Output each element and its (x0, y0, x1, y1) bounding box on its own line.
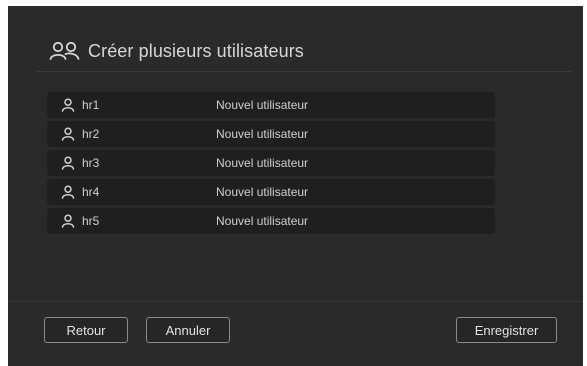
user-status: Nouvel utilisateur (216, 156, 309, 170)
user-row-hr4[interactable]: hr4 Nouvel utilisateur (47, 179, 495, 205)
save-button[interactable]: Enregistrer (456, 317, 557, 343)
user-list: hr1 Nouvel utilisateur hr2 Nouvel utilis… (47, 92, 495, 237)
title-divider (36, 71, 572, 72)
user-status: Nouvel utilisateur (216, 98, 309, 112)
user-name: hr4 (82, 185, 100, 199)
user-icon (61, 156, 75, 170)
user-name: hr3 (82, 156, 100, 170)
footer-divider (8, 301, 583, 302)
user-status: Nouvel utilisateur (216, 214, 309, 228)
back-button[interactable]: Retour (44, 317, 128, 343)
user-icon (61, 214, 75, 228)
user-row-hr3[interactable]: hr3 Nouvel utilisateur (47, 150, 495, 176)
user-row-hr1[interactable]: hr1 Nouvel utilisateur (47, 92, 495, 118)
users-icon (49, 41, 80, 60)
dialog-title: Créer plusieurs utilisateurs (88, 40, 304, 61)
user-icon (61, 98, 75, 112)
user-name: hr2 (82, 127, 100, 141)
cancel-button[interactable]: Annuler (146, 317, 230, 343)
user-name: hr1 (82, 98, 100, 112)
user-row-hr2[interactable]: hr2 Nouvel utilisateur (47, 121, 495, 147)
user-name: hr5 (82, 214, 100, 228)
user-icon (61, 185, 75, 199)
dialog-header: Créer plusieurs utilisateurs (48, 40, 304, 62)
user-status: Nouvel utilisateur (216, 127, 309, 141)
dialog-panel: Créer plusieurs utilisateurs hr1 Nouvel … (8, 6, 583, 366)
user-icon (61, 127, 75, 141)
user-row-hr5[interactable]: hr5 Nouvel utilisateur (47, 208, 495, 234)
user-status: Nouvel utilisateur (216, 185, 309, 199)
